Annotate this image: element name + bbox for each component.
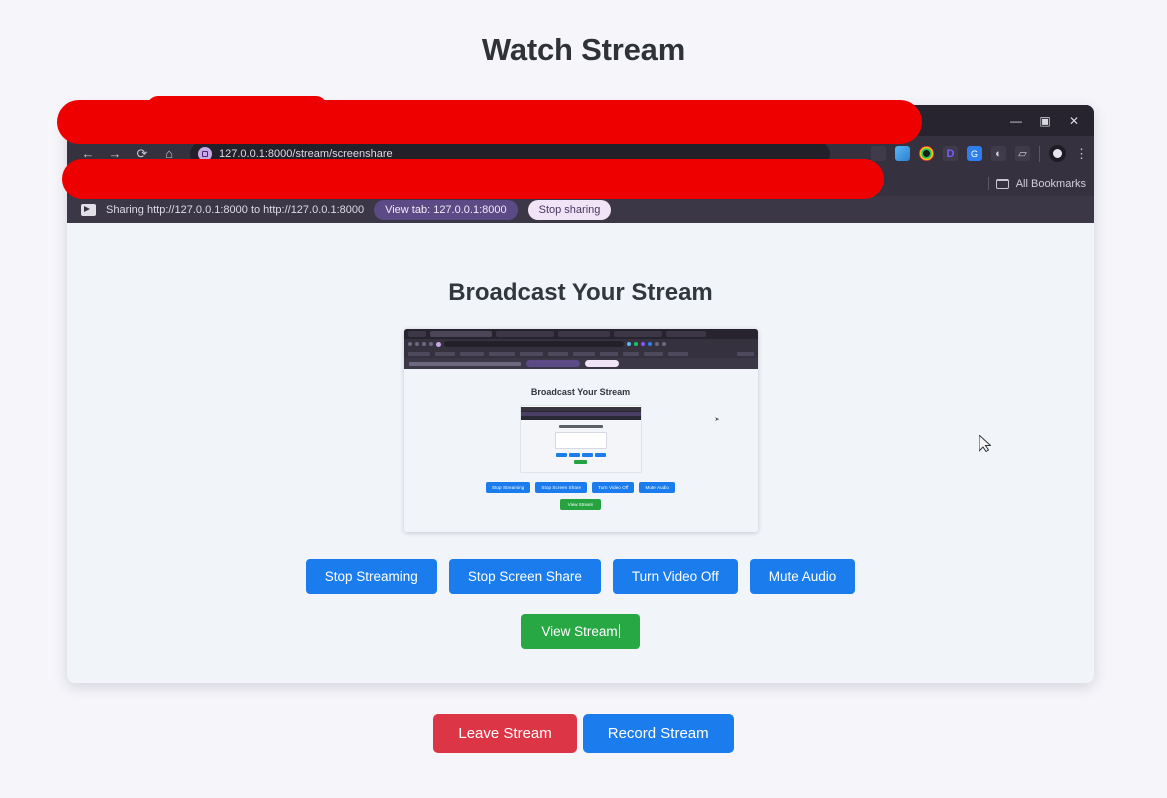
avatar[interactable] bbox=[1049, 145, 1066, 162]
close-icon[interactable]: ✕ bbox=[1068, 115, 1080, 127]
nested-turn-video-off-button[interactable]: Turn Video Off bbox=[592, 482, 635, 493]
chrome-profile-icon[interactable] bbox=[919, 146, 934, 161]
extension-grammarly-icon[interactable]: G bbox=[967, 146, 982, 161]
folder-icon bbox=[995, 178, 1009, 189]
restore-icon[interactable]: ▣ bbox=[1039, 115, 1051, 127]
mute-audio-button[interactable]: Mute Audio bbox=[749, 559, 856, 594]
level3-preview-box bbox=[554, 432, 607, 449]
extension-dark-icon[interactable]: ◐ bbox=[991, 146, 1006, 161]
level3-heading bbox=[558, 425, 603, 428]
nested-toolbar bbox=[403, 339, 758, 349]
nested-stop-screen-share-button[interactable]: Stop Screen Share bbox=[535, 482, 588, 493]
level3-browser-chrome bbox=[520, 407, 641, 420]
nested-browser-chrome bbox=[403, 329, 758, 369]
text-caret bbox=[618, 624, 620, 638]
mouse-cursor-icon bbox=[979, 435, 991, 452]
sharing-message: Sharing http://127.0.0.1:8000 to http://… bbox=[106, 203, 365, 216]
stop-streaming-button[interactable]: Stop Streaming bbox=[305, 559, 437, 594]
screen-share-bar: Sharing http://127.0.0.1:8000 to http://… bbox=[67, 196, 1094, 223]
bookmark-star-icon[interactable] bbox=[871, 146, 886, 161]
broadcast-heading: Broadcast Your Stream bbox=[448, 279, 713, 306]
nested-preview-wrapper: Broadcast Your Stream Stop Streaming Sto… bbox=[67, 329, 1094, 532]
extension-d-icon[interactable]: D bbox=[943, 146, 958, 161]
nested-tab-strip bbox=[403, 329, 758, 339]
view-tab-button[interactable]: View tab: 127.0.0.1:8000 bbox=[374, 199, 518, 220]
leave-stream-button[interactable]: Leave Stream bbox=[433, 714, 577, 753]
stop-sharing-button[interactable]: Stop sharing bbox=[527, 199, 612, 220]
browser-menu-icon[interactable]: ⋮ bbox=[1075, 147, 1088, 160]
toolbar-divider bbox=[1039, 145, 1040, 162]
bottom-action-row: Leave Stream Record Stream bbox=[0, 714, 1167, 753]
level3-preview-video[interactable] bbox=[519, 405, 642, 473]
level3-button-row bbox=[521, 453, 641, 457]
redaction-stroke-1b bbox=[147, 96, 327, 118]
level3-preview-wrapper bbox=[404, 405, 758, 473]
level3-page bbox=[520, 420, 641, 472]
record-stream-button[interactable]: Record Stream bbox=[582, 714, 734, 753]
nested-mute-audio-button[interactable]: Mute Audio bbox=[639, 482, 675, 493]
screen-share-icon bbox=[81, 203, 96, 216]
turn-video-off-button[interactable]: Turn Video Off bbox=[612, 559, 738, 594]
nested-preview-video[interactable]: Broadcast Your Stream Stop Streaming Sto… bbox=[403, 329, 758, 532]
extension-blue-icon[interactable] bbox=[895, 146, 910, 161]
level3-view-stream-button bbox=[574, 460, 587, 464]
nested-captured-page: Broadcast Your Stream Stop Streaming Sto… bbox=[403, 369, 758, 532]
minimize-icon[interactable]: — bbox=[1010, 115, 1022, 127]
extension-outline-icon[interactable]: ▱ bbox=[1015, 146, 1030, 161]
view-stream-button[interactable]: View Stream bbox=[521, 614, 640, 649]
window-controls[interactable]: — ▣ ✕ bbox=[1010, 105, 1088, 136]
nested-stop-streaming-button[interactable]: Stop Streaming bbox=[485, 482, 531, 493]
captured-page-body: Broadcast Your Stream Broadcast Your Str… bbox=[67, 223, 1094, 683]
stop-screen-share-button[interactable]: Stop Screen Share bbox=[448, 559, 601, 594]
nested-bookmarks-bar bbox=[403, 349, 758, 358]
bookmarks-divider bbox=[987, 177, 989, 190]
stream-controls-row: Stop Streaming Stop Screen Share Turn Vi… bbox=[67, 559, 1094, 594]
view-stream-label: View Stream bbox=[541, 624, 618, 639]
nested-controls-row: Stop Streaming Stop Screen Share Turn Vi… bbox=[404, 482, 758, 493]
address-bar-url: 127.0.0.1:8000/stream/screenshare bbox=[219, 147, 393, 160]
nested-broadcast-heading: Broadcast Your Stream bbox=[530, 387, 631, 397]
page-title: Watch Stream bbox=[481, 32, 686, 67]
nested-mouse-cursor-icon: ➤ bbox=[714, 417, 720, 423]
redaction-stroke-2 bbox=[62, 159, 884, 199]
nested-view-stream-button[interactable]: View Stream bbox=[559, 499, 602, 510]
all-bookmarks-label[interactable]: All Bookmarks bbox=[1016, 178, 1086, 190]
nested-share-bar bbox=[403, 358, 758, 369]
